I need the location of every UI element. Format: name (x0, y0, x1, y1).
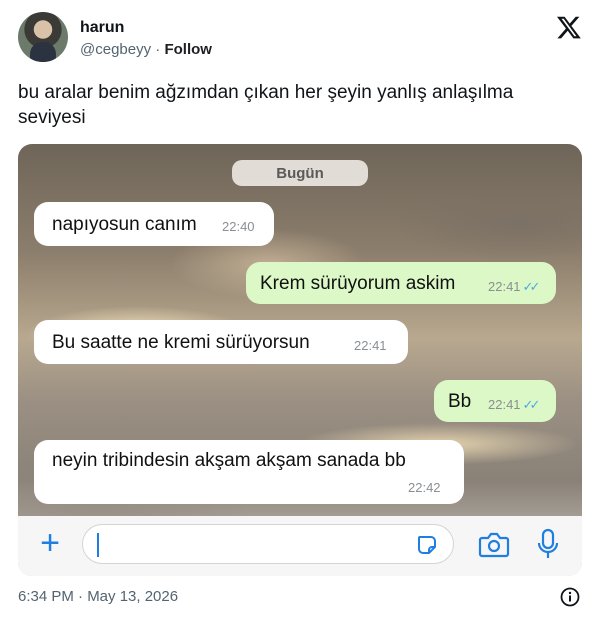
message-text: Bb (448, 391, 472, 412)
tweet-text: bu aralar benim ağzımdan çıkan her şeyin… (18, 82, 514, 128)
read-ticks-icon: ✓✓ (522, 279, 541, 294)
message-bubble-incoming: napıyosun canım 22:40 (34, 202, 274, 246)
message-bubble-outgoing: Krem sürüyorum askim 22:41 ✓✓ (246, 262, 556, 304)
tweet-timestamp[interactable]: 6:34 PM · May 13, 2026 (18, 588, 178, 605)
tweet-header: harun @cegbeyy · Follow (18, 12, 582, 68)
message-input[interactable] (82, 524, 454, 564)
message-bubble-outgoing: Bb 22:41 ✓✓ (434, 380, 556, 422)
follow-button[interactable]: Follow (164, 41, 212, 58)
author-name[interactable]: harun (80, 19, 124, 37)
message-time: 22:41 ✓✓ (488, 279, 541, 295)
plus-icon[interactable]: + (34, 526, 66, 560)
day-label: Bugün (232, 160, 368, 186)
microphone-icon[interactable] (536, 528, 560, 560)
message-text: neyin tribindesin akşam akşam sanada bb (52, 450, 406, 471)
info-icon[interactable] (560, 587, 580, 607)
message-bubble-incoming: Bu saatte ne kremi sürüyorsun 22:41 (34, 320, 408, 364)
message-text: Bu saatte ne kremi sürüyorsun (52, 332, 310, 353)
camera-icon[interactable] (478, 530, 510, 560)
message-time: 22:41 ✓✓ (488, 397, 541, 413)
separator: · (155, 41, 161, 58)
message-bubble-incoming: neyin tribindesin akşam akşam sanada bb … (34, 440, 464, 504)
chat-screenshot[interactable]: Bugün napıyosun canım 22:40 Krem sürüyor… (18, 144, 582, 576)
text-cursor (97, 533, 99, 557)
message-text: Krem sürüyorum askim (260, 273, 456, 294)
author-handle[interactable]: @cegbeyy (80, 41, 151, 58)
handle-row: @cegbeyy · Follow (80, 41, 212, 58)
message-time: 22:40 (222, 219, 255, 234)
message-composer: + (18, 516, 582, 576)
read-ticks-icon: ✓✓ (522, 397, 541, 412)
sticker-icon[interactable] (415, 533, 439, 557)
message-time: 22:42 (408, 480, 441, 495)
x-logo-icon[interactable] (556, 14, 582, 40)
message-time: 22:41 (354, 338, 387, 353)
message-time-value: 22:41 (488, 397, 521, 412)
avatar[interactable] (18, 12, 68, 62)
message-text: napıyosun canım (52, 214, 197, 235)
message-time-value: 22:41 (488, 279, 521, 294)
